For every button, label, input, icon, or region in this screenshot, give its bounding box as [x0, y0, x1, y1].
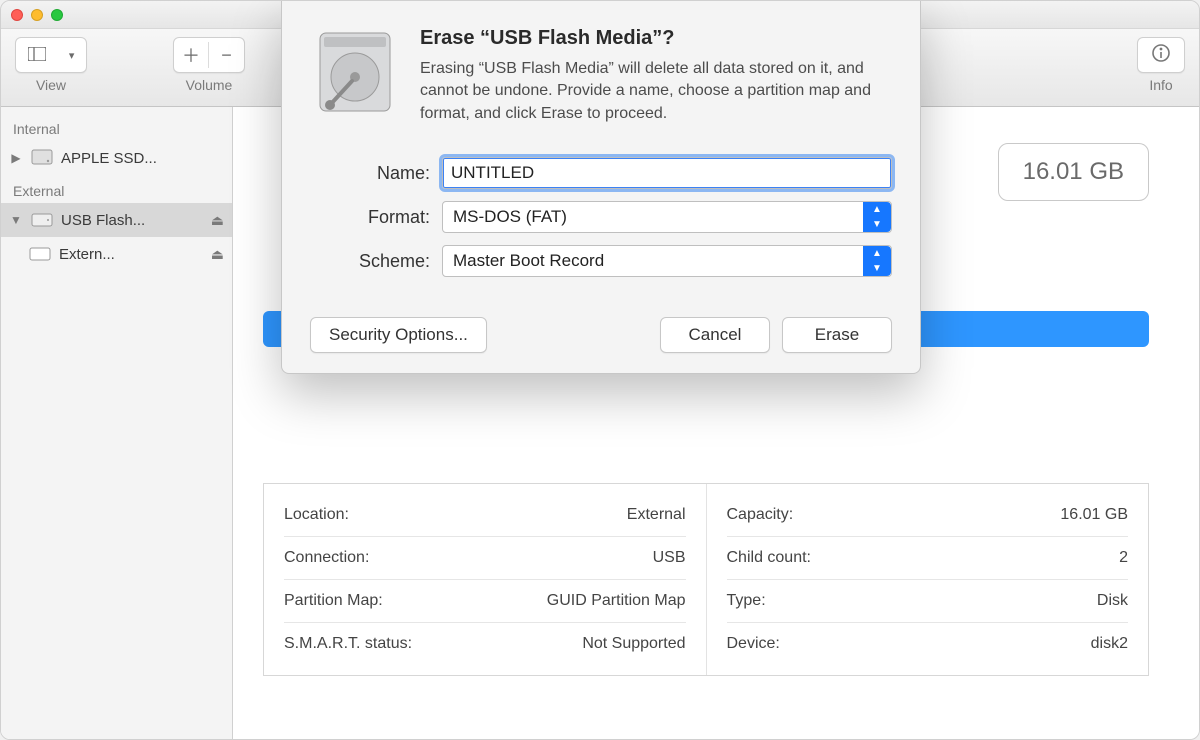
detail-row-smart: S.M.A.R.T. status: Not Supported [284, 623, 686, 665]
security-options-button[interactable]: Security Options... [310, 317, 487, 353]
cancel-button[interactable]: Cancel [660, 317, 770, 353]
sidebar-icon [28, 45, 46, 66]
volume-icon [29, 245, 51, 263]
scheme-value: Master Boot Record [453, 251, 604, 271]
detail-value: 2 [1119, 549, 1128, 567]
sidebar-item-external-volume[interactable]: Extern... ⏏ [1, 237, 232, 271]
detail-key: S.M.A.R.T. status: [284, 635, 412, 653]
detail-key: Location: [284, 506, 349, 524]
view-button[interactable]: ▾ [15, 37, 87, 73]
detail-value: GUID Partition Map [547, 592, 686, 610]
external-drive-icon [31, 211, 53, 229]
detail-row-connection: Connection: USB [284, 537, 686, 580]
eject-icon[interactable]: ⏏ [211, 246, 224, 263]
close-window-button[interactable] [11, 9, 23, 21]
scheme-stepper-icon: ▲▼ [863, 246, 891, 276]
detail-row-child-count: Child count: 2 [727, 537, 1129, 580]
detail-row-location: Location: External [284, 494, 686, 537]
minimize-window-button[interactable] [31, 9, 43, 21]
detail-key: Type: [727, 592, 766, 610]
detail-value: External [627, 506, 686, 524]
format-label: Format: [310, 207, 430, 228]
sidebar: Internal ▶ APPLE SSD... External ▼ USB F… [1, 107, 233, 739]
disclosure-triangle-icon[interactable]: ▶ [9, 151, 23, 165]
internal-drive-icon [31, 149, 53, 167]
detail-key: Device: [727, 635, 780, 653]
chevron-down-icon: ▾ [69, 49, 75, 62]
add-volume-button[interactable]: ＋ [174, 42, 209, 68]
detail-value: disk2 [1091, 635, 1128, 653]
sidebar-external-header: External [1, 175, 232, 203]
detail-key: Capacity: [727, 506, 794, 524]
volume-segmented: ＋ − [173, 37, 245, 73]
sidebar-item-internal-ssd[interactable]: ▶ APPLE SSD... [1, 141, 232, 175]
name-input[interactable] [442, 157, 892, 189]
info-icon [1151, 43, 1171, 68]
detail-key: Child count: [727, 549, 812, 567]
dialog-description: Erasing “USB Flash Media” will delete al… [420, 58, 892, 125]
format-value: MS-DOS (FAT) [453, 207, 567, 227]
capacity-badge: 16.01 GB [998, 143, 1149, 201]
volume-label: Volume [186, 77, 233, 93]
minus-icon: − [221, 45, 232, 66]
info-button[interactable] [1137, 37, 1185, 73]
disk-utility-window: Disk Utility ▾ View ＋ − Volume [0, 0, 1200, 740]
detail-value: Disk [1097, 592, 1128, 610]
erase-button[interactable]: Erase [782, 317, 892, 353]
detail-row-partition-map: Partition Map: GUID Partition Map [284, 580, 686, 623]
zoom-window-button[interactable] [51, 9, 63, 21]
disclosure-triangle-icon[interactable]: ▼ [9, 213, 23, 227]
detail-key: Connection: [284, 549, 369, 567]
sidebar-item-label: USB Flash... [61, 212, 203, 229]
sidebar-item-label: Extern... [59, 246, 203, 263]
plus-icon: ＋ [182, 42, 200, 68]
format-stepper-icon: ▲▼ [863, 202, 891, 232]
detail-row-type: Type: Disk [727, 580, 1129, 623]
view-label: View [36, 77, 66, 93]
info-label: Info [1149, 77, 1172, 93]
detail-row-capacity: Capacity: 16.01 GB [727, 494, 1129, 537]
eject-icon[interactable]: ⏏ [211, 212, 224, 229]
details-panel: Location: External Connection: USB Parti… [263, 483, 1149, 676]
name-label: Name: [310, 163, 430, 184]
sidebar-item-usb-flash[interactable]: ▼ USB Flash... ⏏ [1, 203, 232, 237]
detail-value: 16.01 GB [1060, 506, 1128, 524]
sidebar-internal-header: Internal [1, 113, 232, 141]
scheme-select[interactable]: Master Boot Record ▲▼ [442, 245, 892, 277]
window-controls [11, 9, 63, 21]
hard-drive-icon [310, 27, 400, 125]
detail-value: Not Supported [582, 635, 685, 653]
remove-volume-button[interactable]: − [209, 45, 244, 66]
detail-value: USB [653, 549, 686, 567]
detail-row-device: Device: disk2 [727, 623, 1129, 665]
format-select[interactable]: MS-DOS (FAT) ▲▼ [442, 201, 892, 233]
sidebar-item-label: APPLE SSD... [61, 150, 224, 167]
dialog-title: Erase “USB Flash Media”? [420, 27, 892, 50]
detail-key: Partition Map: [284, 592, 383, 610]
erase-dialog: Erase “USB Flash Media”? Erasing “USB Fl… [281, 1, 921, 374]
scheme-label: Scheme: [310, 251, 430, 272]
